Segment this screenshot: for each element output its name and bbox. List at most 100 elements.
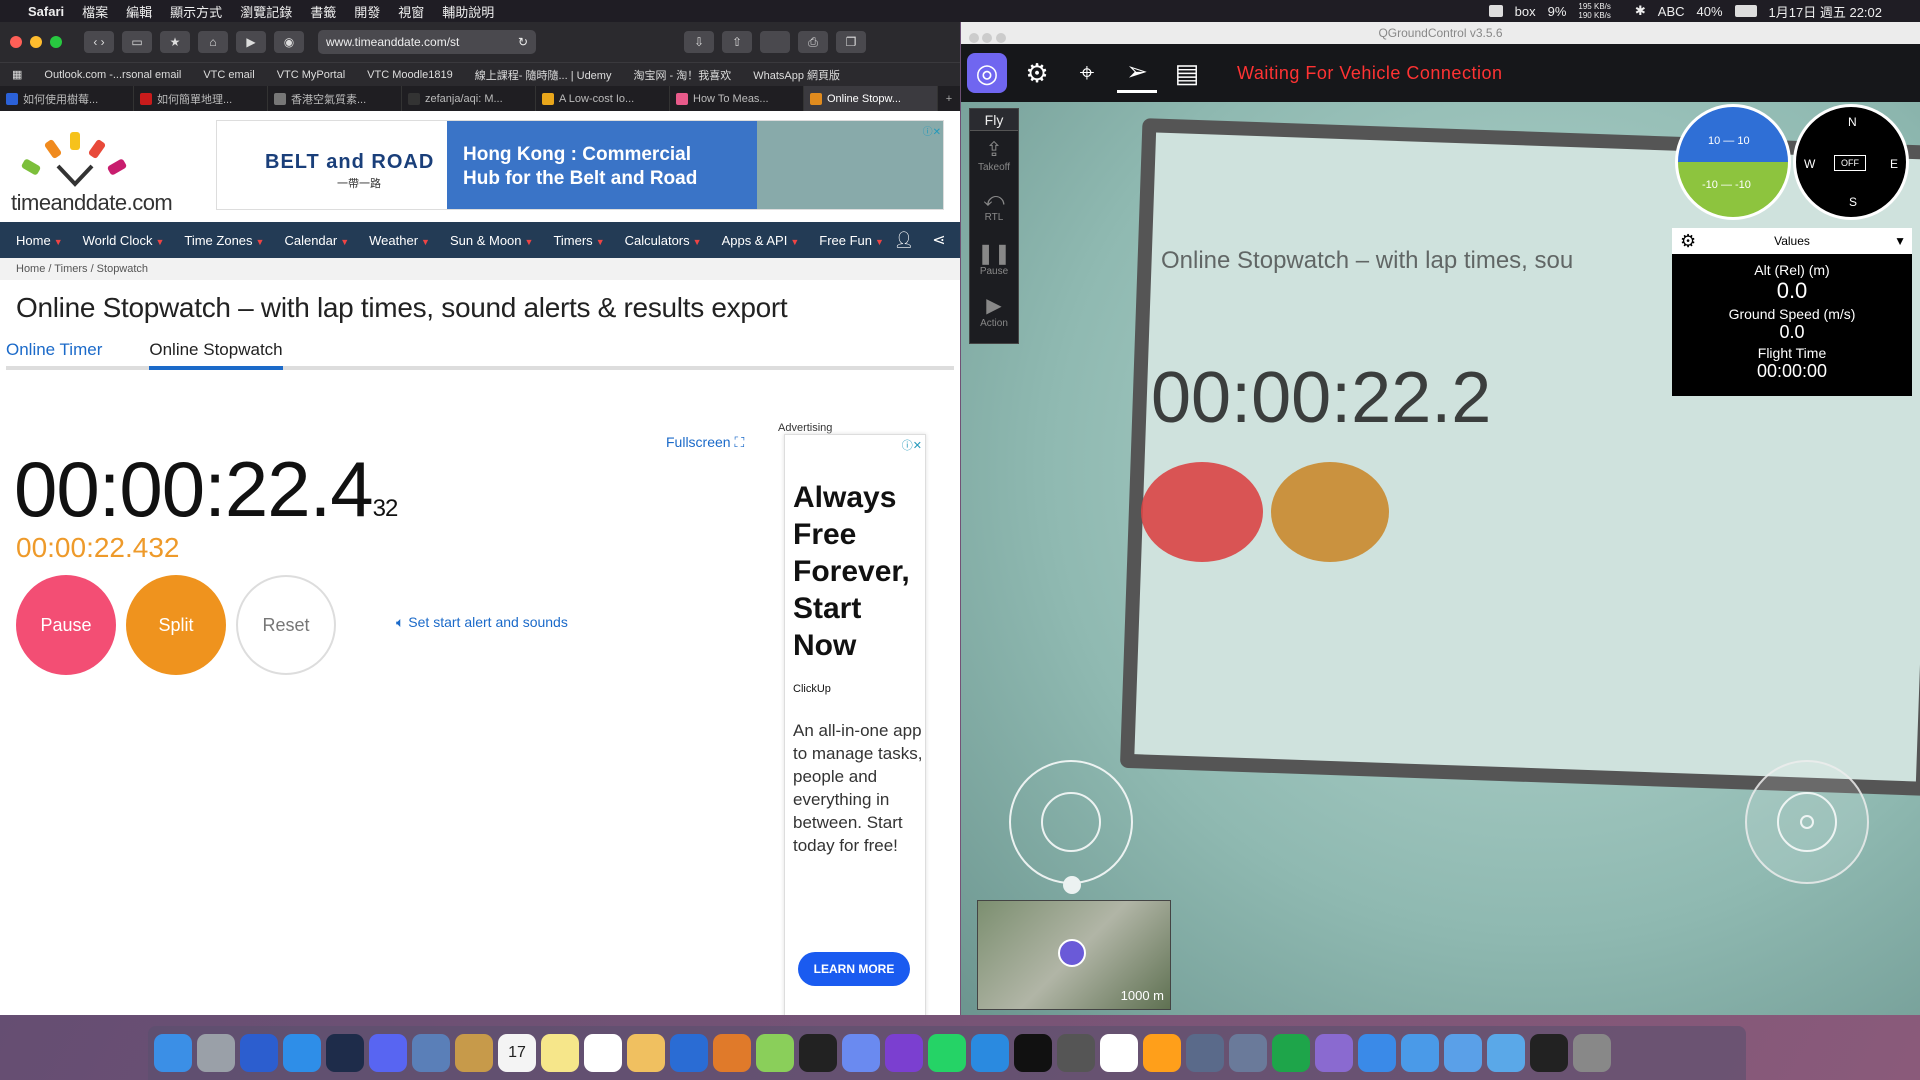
dock-app-icon[interactable] — [1401, 1034, 1439, 1072]
fullscreen-link[interactable]: Fullscreen ⛶ — [666, 434, 744, 451]
menu-item-bookmarks[interactable]: 書籤 — [310, 2, 336, 21]
values-gear-icon[interactable]: ⚙ — [1680, 228, 1696, 254]
nav-item[interactable]: Calculators ▼ — [625, 233, 702, 248]
qgc-logo-icon[interactable]: ◎ — [967, 53, 1007, 93]
tab-online-stopwatch[interactable]: Online Stopwatch — [149, 332, 283, 370]
split-button[interactable]: Split — [126, 575, 226, 675]
banner-ad[interactable]: BELT and ROAD 一帶一路 Hong Kong : Commercia… — [216, 120, 944, 210]
dock-app-icon[interactable] — [885, 1034, 923, 1072]
favorite-taobao[interactable]: 淘宝网 - 淘！我喜欢 — [633, 67, 731, 83]
tab-online-timer[interactable]: Online Timer — [6, 332, 102, 366]
left-joystick[interactable] — [1009, 760, 1133, 894]
side-ad[interactable]: ⓘ✕ Always Free Forever, Start Now ClickU… — [784, 434, 926, 1015]
dock-app-icon[interactable] — [1487, 1034, 1525, 1072]
dock-app-icon[interactable] — [1573, 1034, 1611, 1072]
browser-tab[interactable]: How To Meas... — [670, 86, 804, 111]
dock-app-icon[interactable] — [670, 1034, 708, 1072]
pause-button[interactable]: Pause — [16, 575, 116, 675]
tabs-overview-icon[interactable]: ❐ — [836, 31, 866, 53]
menu-item-edit[interactable]: 編輯 — [126, 2, 152, 21]
favorite-vtc-myportal[interactable]: VTC MyPortal — [277, 69, 345, 81]
settings-gear-icon[interactable]: ⚙ — [1017, 53, 1057, 93]
dock-app-icon[interactable] — [541, 1034, 579, 1072]
dock-app-icon[interactable] — [1444, 1034, 1482, 1072]
reader-icon[interactable]: ▶ — [236, 31, 266, 53]
browser-tab[interactable]: A Low-cost Io... — [536, 86, 670, 111]
input-source[interactable]: ABC — [1658, 4, 1685, 19]
box-label[interactable]: box — [1515, 4, 1536, 19]
browser-tab[interactable]: Online Stopw... — [804, 86, 938, 111]
dock-app-icon[interactable] — [455, 1034, 493, 1072]
share-icon[interactable]: ⇧ — [722, 31, 752, 53]
nav-item[interactable]: Timers ▼ — [553, 233, 604, 248]
reload-extension-icon[interactable]: ◉ — [274, 31, 304, 53]
battery-level[interactable]: 40% — [1697, 4, 1723, 19]
clock[interactable]: 1月17日 週五 22:02 — [1769, 2, 1882, 21]
nav-item[interactable]: Time Zones ▼ — [184, 233, 264, 248]
reload-icon[interactable]: ↻ — [518, 35, 528, 49]
values-dropdown-icon[interactable]: ▼ — [1894, 228, 1906, 254]
dock-app-icon[interactable] — [713, 1034, 751, 1072]
calendar-app-icon[interactable]: 17 — [498, 1034, 536, 1072]
browser-tab[interactable]: 如何使用樹莓... — [0, 86, 134, 111]
nav-item[interactable]: Free Fun ▼ — [819, 233, 884, 248]
favorite-outlook[interactable]: Outlook.com -...rsonal email — [44, 69, 181, 81]
dock-app-icon[interactable] — [627, 1034, 665, 1072]
favorite-udemy[interactable]: 線上課程- 隨時隨... | Udemy — [475, 67, 612, 83]
browser-tab[interactable]: zefanja/aqi: M... — [402, 86, 536, 111]
favorite-vtc-email[interactable]: VTC email — [203, 69, 254, 81]
dock-app-icon[interactable] — [1100, 1034, 1138, 1072]
nav-item[interactable]: Home ▼ — [16, 233, 63, 248]
minimize-window-button[interactable] — [30, 36, 42, 48]
grid-icon[interactable]: ▦ — [12, 68, 22, 81]
bluetooth-icon[interactable]: ✱ — [1635, 3, 1646, 19]
user-icon[interactable]: 👤︎ — [894, 230, 914, 250]
action-button[interactable]: ▶ Action — [970, 287, 1018, 339]
sidebar-icon[interactable]: ▭ — [122, 31, 152, 53]
takeoff-button[interactable]: ⇪ Takeoff — [970, 131, 1018, 183]
dock-app-icon[interactable] — [1057, 1034, 1095, 1072]
dock-app-icon[interactable] — [412, 1034, 450, 1072]
site-logo[interactable]: timeanddate.com — [8, 118, 178, 218]
dock-app-icon[interactable] — [1272, 1034, 1310, 1072]
analyze-view-icon[interactable]: ▤ — [1167, 53, 1207, 93]
menu-item-window[interactable]: 視窗 — [398, 2, 424, 21]
plan-view-icon[interactable]: ⌖ — [1067, 53, 1107, 93]
right-joystick-thumb[interactable] — [1800, 815, 1814, 829]
reset-button[interactable]: Reset — [236, 575, 336, 675]
dock-app-icon[interactable] — [240, 1034, 278, 1072]
dock-app-icon[interactable] — [1014, 1034, 1052, 1072]
menu-item-view[interactable]: 顯示方式 — [170, 2, 222, 21]
dock-app-icon[interactable] — [326, 1034, 364, 1072]
download-icon[interactable]: ⇩ — [684, 31, 714, 53]
battery-percent[interactable]: 9% — [1548, 4, 1567, 19]
ad-close-icon[interactable]: ⓘ✕ — [902, 437, 922, 453]
dock-app-icon[interactable] — [756, 1034, 794, 1072]
zoom-window-button[interactable] — [50, 36, 62, 48]
dock-app-icon[interactable] — [1530, 1034, 1568, 1072]
ad-learn-more-button[interactable]: LEARN MORE — [798, 952, 910, 986]
nav-item[interactable]: Weather ▼ — [369, 233, 430, 248]
dock-app-icon[interactable] — [1143, 1034, 1181, 1072]
dock-app-icon[interactable] — [197, 1034, 235, 1072]
address-bar[interactable]: www.timeanddate.com/st ↻ — [318, 30, 536, 54]
dock-app-icon[interactable] — [369, 1034, 407, 1072]
dock-app-icon[interactable] — [584, 1034, 622, 1072]
menu-item-help[interactable]: 輔助說明 — [442, 2, 494, 21]
dock-app-icon[interactable] — [799, 1034, 837, 1072]
nav-item[interactable]: World Clock ▼ — [83, 233, 165, 248]
dock-app-icon[interactable] — [1358, 1034, 1396, 1072]
dock-app-icon[interactable] — [842, 1034, 880, 1072]
cloud-icon[interactable] — [1488, 5, 1503, 17]
dock-app-icon[interactable] — [1315, 1034, 1353, 1072]
dock-app-icon[interactable] — [1229, 1034, 1267, 1072]
values-header[interactable]: ⚙ Values ▼ — [1672, 228, 1912, 254]
dock-app-icon[interactable] — [283, 1034, 321, 1072]
dock-app-icon[interactable] — [154, 1034, 192, 1072]
menu-item-history[interactable]: 瀏覽記錄 — [240, 2, 292, 21]
icloud-icon[interactable] — [760, 31, 790, 53]
share-icon[interactable]: ⋖ — [932, 230, 945, 250]
menu-app-name[interactable]: Safari — [28, 4, 64, 19]
ad-close-icon[interactable]: ⓘ✕ — [923, 123, 941, 138]
favorite-vtc-moodle[interactable]: VTC Moodle1819 — [367, 69, 453, 81]
